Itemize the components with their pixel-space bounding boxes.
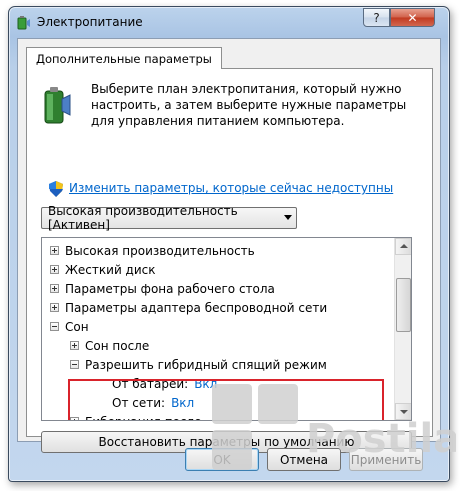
tree-row[interactable]: Разрешить гибридный спящий режим	[70, 355, 327, 374]
power-plan-select[interactable]: Высокая производительность [Активен]	[41, 204, 297, 232]
tree-row[interactable]: Высокая производительность	[50, 241, 255, 260]
power-plan-select-value: Высокая производительность [Активен]	[48, 204, 238, 232]
tree-row[interactable]: От батареи: Вкл	[112, 374, 217, 393]
power-options-icon	[17, 16, 30, 30]
cancel-button[interactable]: Отмена	[267, 448, 341, 471]
tree-row-label: Параметры фона рабочего стола	[65, 281, 275, 296]
tree-row-value-link[interactable]: Вкл	[171, 396, 194, 410]
tree-row-label: Параметры адаптера беспроводной сети	[65, 300, 328, 315]
power-options-window: Электропитание ? ✕ Дополнительные параме…	[8, 6, 450, 482]
description-text: Выберите план электропитания, который ну…	[91, 82, 407, 128]
tab-label: Дополнительные параметры	[36, 51, 212, 66]
scroll-thumb[interactable]	[396, 278, 411, 332]
battery-icon	[44, 87, 71, 124]
expand-plus-icon[interactable]	[50, 284, 59, 293]
tree-row[interactable]: Параметры фона рабочего стола	[50, 279, 275, 298]
scroll-up-button[interactable]	[395, 238, 411, 255]
close-icon: ✕	[407, 10, 418, 25]
ok-button[interactable]: OK	[185, 448, 259, 471]
collapse-minus-icon[interactable]	[50, 322, 59, 331]
tree-row-label: Жесткий диск	[65, 262, 156, 277]
uac-shield-icon	[49, 181, 63, 197]
tree-row-value-link[interactable]: Вкл	[194, 377, 217, 391]
tree-row[interactable]: Гибернация после	[70, 412, 202, 420]
help-button[interactable]: ?	[363, 8, 390, 27]
tree-row-label: Сон	[65, 319, 89, 334]
help-icon: ?	[373, 10, 380, 25]
screenshot-frame: Электропитание ? ✕ Дополнительные параме…	[0, 0, 460, 491]
close-button[interactable]: ✕	[390, 8, 435, 27]
expand-plus-icon[interactable]	[70, 341, 79, 350]
tree-row[interactable]: Сон	[50, 317, 89, 336]
tab-panel: Выберите план электропитания, который ну…	[26, 68, 433, 453]
expand-plus-icon[interactable]	[50, 303, 59, 312]
tab-advanced-settings[interactable]: Дополнительные параметры	[26, 47, 222, 69]
tree-row-label: Высокая производительность	[65, 243, 255, 258]
tree-row[interactable]: От сети: Вкл	[112, 393, 194, 412]
tree-row[interactable]: Жесткий диск	[50, 260, 156, 279]
tree-row-label: Сон после	[85, 338, 150, 353]
tree-row-label: Разрешить гибридный спящий режим	[85, 357, 327, 372]
tree-row-label: Гибернация после	[85, 415, 202, 421]
change-unavailable-settings-link[interactable]: Изменить параметры, которые сейчас недос…	[69, 181, 393, 195]
expand-plus-icon[interactable]	[70, 417, 79, 420]
chevron-down-icon	[284, 215, 292, 220]
settings-tree-list: Высокая производительность Жесткий диск Па…	[42, 238, 395, 420]
expand-plus-icon[interactable]	[50, 265, 59, 274]
tree-row[interactable]: Параметры адаптера беспроводной сети	[50, 298, 327, 317]
apply-button[interactable]: Применить	[349, 448, 423, 471]
settings-tree[interactable]: Высокая производительность Жесткий диск Па…	[41, 237, 412, 421]
dialog-client-area: Дополнительные параметры Выберите план э…	[17, 38, 441, 453]
title-bar[interactable]: Электропитание ? ✕	[9, 7, 449, 37]
expand-plus-icon[interactable]	[50, 246, 59, 255]
collapse-minus-icon[interactable]	[70, 360, 79, 369]
window-title: Электропитание	[37, 15, 143, 29]
scroll-down-button[interactable]	[395, 403, 411, 420]
tree-row-label: От сети:	[112, 395, 166, 410]
tree-row-label: От батареи:	[112, 376, 189, 391]
tree-row[interactable]: Сон после	[70, 336, 149, 355]
tree-scrollbar[interactable]	[394, 238, 411, 420]
